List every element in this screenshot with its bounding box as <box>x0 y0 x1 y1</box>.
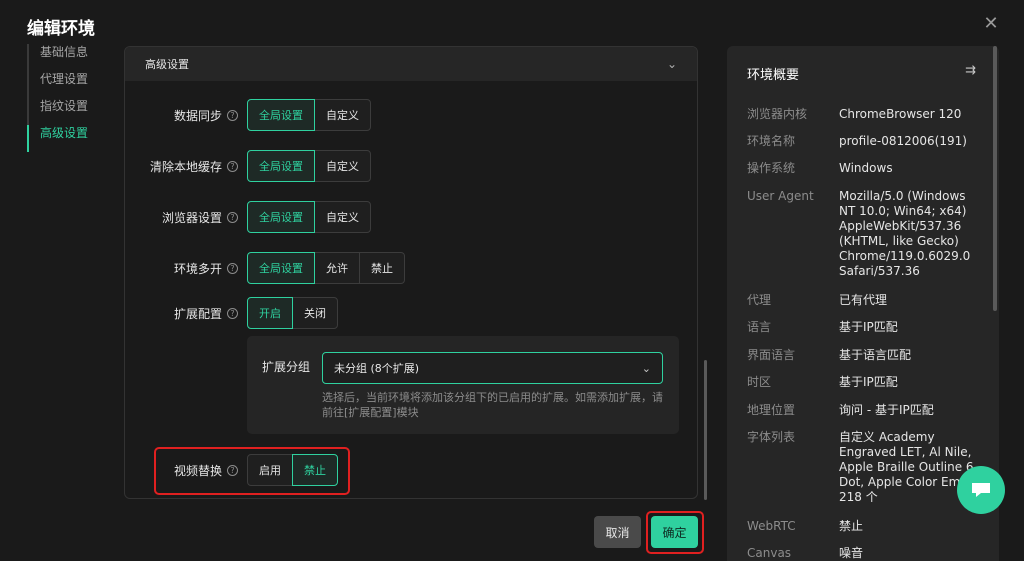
summary-item: 环境名称 profile-0812006(191) <box>747 134 982 149</box>
chat-icon[interactable] <box>957 466 1005 514</box>
summary-value: 询问 - 基于IP匹配 <box>839 403 934 417</box>
segmented-control: 开启 关闭 <box>247 297 338 329</box>
summary-key: Canvas <box>747 546 792 560</box>
close-icon[interactable]: ✕ <box>982 15 1000 33</box>
dialog-title: 编辑环境 <box>27 19 95 39</box>
summary-key: 语言 <box>747 320 772 334</box>
nav-item-advanced[interactable]: 高级设置 <box>27 125 107 152</box>
nav-item-basic[interactable]: 基础信息 <box>27 44 107 71</box>
summary-item: User Agent Mozilla/5.0 (Windows NT 10.0;… <box>747 189 982 279</box>
help-icon[interactable]: ? <box>227 307 238 319</box>
nav-item-fingerprint[interactable]: 指纹设置 <box>27 98 107 125</box>
summary-item: 浏览器内核 ChromeBrowser 120 <box>747 107 982 122</box>
segmented-control: 全局设置 允许 禁止 <box>247 252 405 284</box>
chevron-down-icon[interactable]: ⌄ <box>667 57 677 71</box>
highlight-box <box>646 511 704 554</box>
summary-item: Canvas 噪音 <box>747 546 982 561</box>
help-icon[interactable]: ? <box>227 160 238 172</box>
help-icon[interactable]: ? <box>227 211 238 223</box>
option-enable[interactable]: 开启 <box>247 297 293 329</box>
option-disable[interactable]: 关闭 <box>292 297 338 329</box>
segmented-control: 全局设置 自定义 <box>247 150 371 182</box>
summary-value: Windows <box>839 161 893 175</box>
extension-group-label: 扩展分组 <box>262 360 311 374</box>
summary-value: Mozilla/5.0 (Windows NT 10.0; Win64; x64… <box>839 189 971 278</box>
summary-value: ChromeBrowser 120 <box>839 107 962 121</box>
advanced-settings-panel: 高级设置 ⌄ 数据同步 ? 全局设置 自定义 清除本地缓存 ? 全局设置 自定义… <box>124 46 698 499</box>
option-global[interactable]: 全局设置 <box>247 252 315 284</box>
extension-group-hint: 选择后，当前环境将添加该分组下的已启用的扩展。如需添加扩展，请前往[扩展配置]模… <box>322 391 663 419</box>
summary-item: 代理 已有代理 <box>747 293 982 308</box>
row-label: 环境多开 <box>173 261 222 276</box>
option-custom[interactable]: 自定义 <box>314 201 371 233</box>
summary-key: 浏览器内核 <box>747 107 808 121</box>
setting-row-data-sync: 数据同步 ? 全局设置 自定义 <box>125 99 371 131</box>
summary-item: 时区 基于IP匹配 <box>747 375 982 390</box>
summary-value: 基于语言匹配 <box>839 348 912 362</box>
summary-value: 已有代理 <box>839 293 888 307</box>
setting-row-clear-cache: 清除本地缓存 ? 全局设置 自定义 <box>125 150 371 182</box>
nav-item-proxy[interactable]: 代理设置 <box>27 71 107 98</box>
row-label: 浏览器设置 <box>161 210 222 225</box>
summary-item: 语言 基于IP匹配 <box>747 320 982 335</box>
collapse-icon[interactable]: ⇉ <box>965 63 976 78</box>
row-label: 扩展配置 <box>173 306 222 321</box>
summary-title: 环境概要 <box>747 68 800 83</box>
summary-item: 操作系统 Windows <box>747 161 982 176</box>
summary-key: User Agent <box>747 189 814 203</box>
summary-item: 界面语言 基于语言匹配 <box>747 348 982 363</box>
setting-row-extensions: 扩展配置 ? 开启 关闭 <box>125 297 338 329</box>
help-icon[interactable]: ? <box>227 262 238 274</box>
summary-item: 地理位置 询问 - 基于IP匹配 <box>747 403 982 418</box>
segmented-control: 全局设置 自定义 <box>247 99 371 131</box>
option-global[interactable]: 全局设置 <box>247 99 315 131</box>
option-custom[interactable]: 自定义 <box>314 150 371 182</box>
segmented-control: 全局设置 自定义 <box>247 201 371 233</box>
summary-key: 地理位置 <box>747 403 796 417</box>
summary-key: 时区 <box>747 375 772 389</box>
extension-group-box: 扩展分组 未分组 (8个扩展) ⌄ 选择后，当前环境将添加该分组下的已启用的扩展… <box>247 336 679 434</box>
option-global[interactable]: 全局设置 <box>247 201 315 233</box>
summary-item: 字体列表 自定义 Academy Engraved LET, Al Nile, … <box>747 430 982 505</box>
summary-value: 基于IP匹配 <box>839 320 898 334</box>
summary-item: WebRTC 禁止 <box>747 519 982 534</box>
setting-row-multi-open: 环境多开 ? 全局设置 允许 禁止 <box>125 252 405 284</box>
option-global[interactable]: 全局设置 <box>247 150 315 182</box>
summary-key: 操作系统 <box>747 161 796 175</box>
summary-scrollbar[interactable] <box>993 46 997 311</box>
row-label: 清除本地缓存 <box>149 159 222 174</box>
help-icon[interactable]: ? <box>227 109 238 121</box>
option-allow[interactable]: 允许 <box>314 252 360 284</box>
setting-row-browser: 浏览器设置 ? 全局设置 自定义 <box>125 201 371 233</box>
option-custom[interactable]: 自定义 <box>314 99 371 131</box>
summary-key: 环境名称 <box>747 134 796 148</box>
section-header[interactable]: 高级设置 ⌄ <box>125 47 697 81</box>
chevron-down-icon: ⌄ <box>641 361 651 375</box>
cancel-button[interactable]: 取消 <box>594 516 641 548</box>
panel-scrollbar[interactable] <box>704 360 707 500</box>
side-nav: 基础信息 代理设置 指纹设置 高级设置 <box>27 44 107 152</box>
select-value: 未分组 (8个扩展) <box>334 362 420 375</box>
option-forbid[interactable]: 禁止 <box>292 454 338 486</box>
summary-value: 噪音 <box>839 546 864 560</box>
summary-value: 禁止 <box>839 519 864 533</box>
section-title: 高级设置 <box>145 58 189 71</box>
row-label: 数据同步 <box>173 108 222 123</box>
summary-key: 界面语言 <box>747 348 796 362</box>
summary-value: 基于IP匹配 <box>839 375 898 389</box>
summary-key: 代理 <box>747 293 772 307</box>
summary-key: WebRTC <box>747 519 796 533</box>
summary-value: profile-0812006(191) <box>839 134 967 148</box>
summary-key: 字体列表 <box>747 430 796 444</box>
extension-group-select[interactable]: 未分组 (8个扩展) ⌄ <box>322 352 663 384</box>
option-forbid[interactable]: 禁止 <box>359 252 405 284</box>
chat-bubble-icon <box>972 483 990 497</box>
